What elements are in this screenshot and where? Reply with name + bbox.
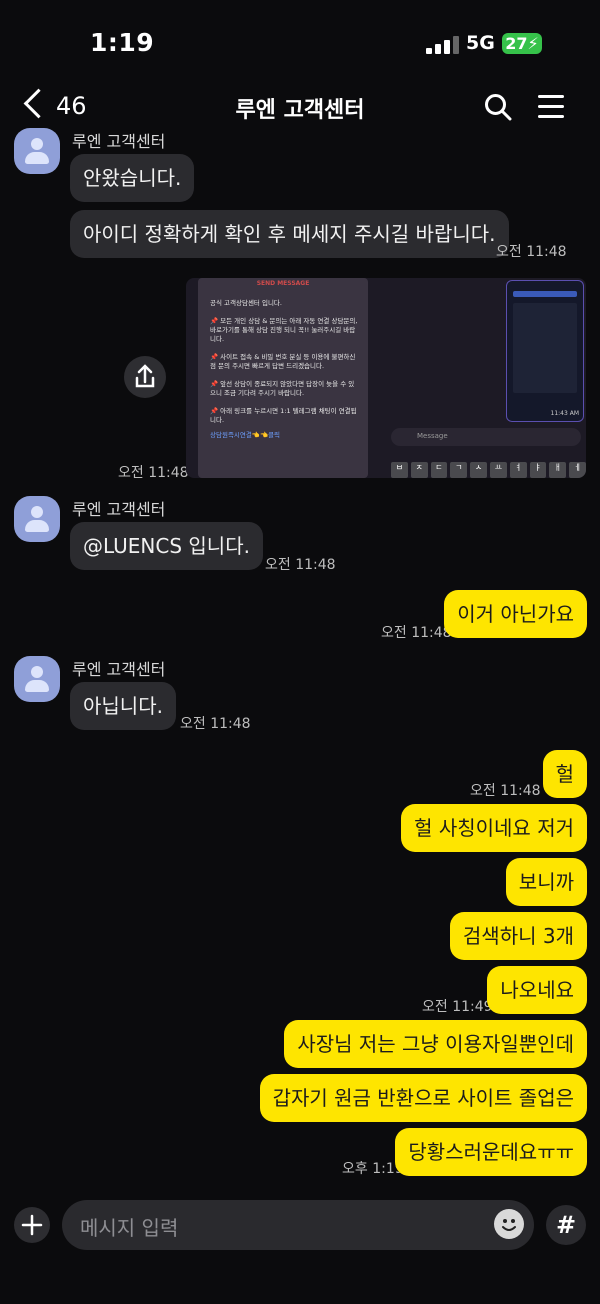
my-message-bubble[interactable]: 사장님 저는 그냥 이용자일뿐인데 <box>284 1020 587 1068</box>
phone-time: 11:43 AM <box>550 410 579 417</box>
avatar[interactable] <box>14 496 60 542</box>
key: ㅕ <box>509 462 527 478</box>
battery-icon: 27⚡ <box>502 33 542 54</box>
screenshot-input-placeholder: Message <box>417 432 448 440</box>
key: ㅑ <box>529 462 547 478</box>
search-icon[interactable] <box>484 93 512 121</box>
my-message-bubble[interactable]: 검색하니 3개 <box>449 912 587 960</box>
key: ㄷ <box>430 462 448 478</box>
emoji-button[interactable] <box>494 1209 524 1239</box>
screenshot-keyboard: ㅂ ㅈ ㄷ ㄱ ㅅ ㅛ ㅕ ㅑ ㅐ ㅔ <box>391 462 586 478</box>
sender-name: 루엔 고객센터 <box>72 660 166 679</box>
share-icon <box>135 364 155 388</box>
my-message-bubble[interactable]: 헐 사칭이네요 저거 <box>401 804 587 852</box>
panel-line: 📌 앞선 상담이 종료되지 않았다면 답장이 늦을 수 있으니 조금 기다려 주… <box>210 380 355 397</box>
message-input-placeholder: 메시지 입력 <box>80 1216 179 1240</box>
my-message-bubble[interactable]: 나오네요 <box>487 966 587 1014</box>
signal-icon <box>426 36 460 54</box>
avatar[interactable] <box>14 656 60 702</box>
sender-name: 루엔 고객센터 <box>72 500 166 519</box>
panel-line: 📌 아래 링크를 누르시면 1:1 텔레그램 채팅이 연결됩니다. <box>210 407 357 424</box>
emoji-icon <box>502 1219 516 1231</box>
my-message-bubble[interactable]: 당황스러운데요ㅠㅠ <box>395 1128 587 1176</box>
message-time: 오전 11:48 <box>496 244 567 260</box>
add-button[interactable] <box>14 1207 50 1243</box>
hashtag-button[interactable]: # <box>546 1205 586 1245</box>
battery-level: 27 <box>505 34 528 53</box>
panel-line: 공식 고객상담센터 입니다. <box>210 299 282 307</box>
key: ㅂ <box>391 462 408 478</box>
message-time: 오전 11:48 <box>118 465 189 481</box>
my-message-bubble[interactable]: 헐 <box>542 750 587 798</box>
message-bubble[interactable]: @LUENCS 입니다. <box>70 522 263 570</box>
my-message-bubble[interactable]: 이거 아닌가요 <box>444 590 587 638</box>
panel-line: 📌 사이트 접속 & 비밀 번호 분실 등 이용에 불편하신 점 문의 주시면 … <box>210 353 356 370</box>
key: ㄱ <box>450 462 468 478</box>
menu-icon[interactable] <box>538 95 564 125</box>
message-bubble[interactable]: 아이디 정확하게 확인 후 메세지 주시길 바랍니다. <box>70 210 509 258</box>
my-message-bubble[interactable]: 보니까 <box>505 858 587 906</box>
message-time: 오전 11:48 <box>180 716 251 732</box>
sender-name: 루엔 고객센터 <box>72 132 166 151</box>
message-time: 오전 11:48 <box>265 557 336 573</box>
screenshot-message-panel: SEND MESSAGE 공식 고객상담센터 입니다. 📌 모든 개인 상담 &… <box>198 278 368 478</box>
plus-icon <box>21 1214 43 1236</box>
message-bubble[interactable]: 아닙니다. <box>70 682 176 730</box>
avatar[interactable] <box>14 128 60 174</box>
my-message-bubble[interactable]: 갑자기 원금 반환으로 사이트 졸업은 <box>259 1074 587 1122</box>
network-label: 5G <box>466 32 495 54</box>
status-time: 1:19 <box>90 28 155 57</box>
image-attachment[interactable]: SEND MESSAGE 공식 고객상담센터 입니다. 📌 모든 개인 상담 &… <box>186 278 586 478</box>
share-button[interactable] <box>124 356 166 398</box>
message-time: 오전 11:49 <box>422 999 493 1015</box>
message-time: 오전 11:48 <box>470 783 541 799</box>
screenshot-phone: 11:43 AM <box>506 280 584 422</box>
panel-link: 상담원즉시연결👈👈클릭 <box>210 431 281 439</box>
message-time: 오전 11:48 <box>381 625 452 641</box>
key: ㅅ <box>470 462 487 478</box>
panel-line: 📌 모든 개인 상담 & 문의는 아래 자동 연결 상담문의,바로가기를 통해 … <box>210 317 358 343</box>
key: ㅛ <box>489 462 507 478</box>
screenshot-input: Message <box>391 428 581 446</box>
panel-header: SEND MESSAGE <box>256 280 310 287</box>
message-bubble[interactable]: 안왔습니다. <box>70 154 195 202</box>
key: ㅐ <box>549 462 567 478</box>
key: ㅔ <box>569 462 586 478</box>
key: ㅈ <box>410 462 428 478</box>
